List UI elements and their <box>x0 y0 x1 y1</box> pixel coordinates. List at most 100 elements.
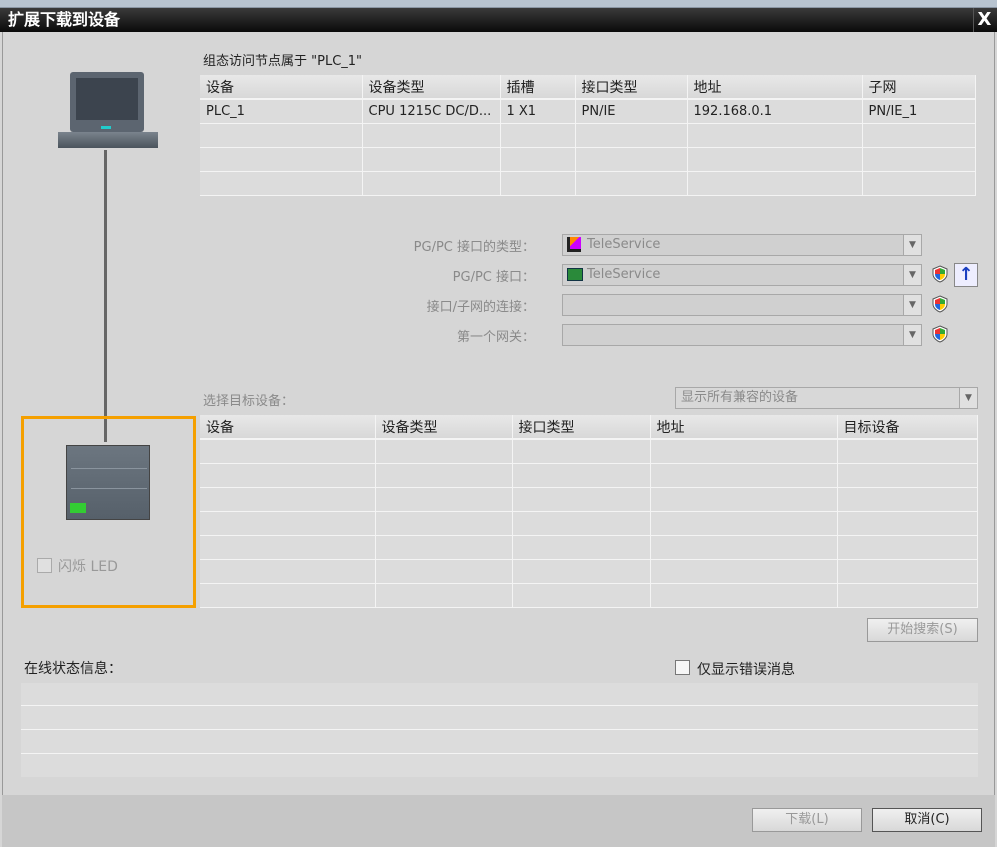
errors-only-label: 仅显示错误消息 <box>697 662 795 678</box>
status-message-list <box>21 683 978 777</box>
pgpc-interface-label: PG/PC 接口： <box>452 270 535 285</box>
cell: PN/IE_1 <box>862 99 976 124</box>
dialog-title: 扩展下载到设备 <box>0 8 997 32</box>
cell: 192.168.0.1 <box>687 99 863 124</box>
cell <box>837 439 978 464</box>
cell <box>650 439 838 464</box>
cell <box>375 439 513 464</box>
subnet-connection-label: 接口/子网的连接： <box>426 300 535 315</box>
cell <box>512 439 651 464</box>
col-device-type[interactable]: 设备类型 <box>375 415 513 440</box>
cell <box>200 535 376 560</box>
select-value: TeleService <box>587 267 661 282</box>
cell <box>200 583 376 608</box>
network-card-icon <box>567 268 583 281</box>
col-device[interactable]: 设备 <box>200 415 376 440</box>
col-subnet[interactable]: 子网 <box>862 75 976 100</box>
table-header-row: 设备 设备类型 接口类型 地址 目标设备 <box>200 415 978 440</box>
chevron-down-icon[interactable]: ▼ <box>903 265 921 285</box>
plc-device-icon <box>66 445 150 520</box>
table-row <box>200 439 978 464</box>
select-target-label: 选择目标设备： <box>203 394 295 409</box>
cell <box>375 463 513 488</box>
table-row <box>200 583 978 608</box>
cancel-button[interactable]: 取消(C) <box>872 808 982 832</box>
cell <box>200 511 376 536</box>
table-row <box>200 171 976 196</box>
table-row[interactable]: PLC_1 CPU 1215C DC/D... 1 X1 PN/IE 192.168.0… <box>200 99 976 124</box>
cell <box>650 487 838 512</box>
cell <box>650 583 838 608</box>
col-address[interactable]: 地址 <box>687 75 863 100</box>
cell: CPU 1215C DC/D... <box>362 99 501 124</box>
cell <box>512 583 651 608</box>
cell <box>512 511 651 536</box>
subnet-connection-select[interactable]: ▼ <box>562 294 922 316</box>
table-row <box>200 463 978 488</box>
select-value: 显示所有兼容的设备 <box>681 390 799 405</box>
cell <box>650 559 838 584</box>
table-row <box>200 147 976 172</box>
cell <box>200 559 376 584</box>
pgpc-interface-type-select[interactable]: TeleService ▼ <box>562 234 922 256</box>
cell <box>512 535 651 560</box>
table-row <box>200 535 978 560</box>
col-address[interactable]: 地址 <box>650 415 838 440</box>
flash-led-checkbox[interactable] <box>37 558 52 573</box>
cell <box>200 463 376 488</box>
table-row <box>200 559 978 584</box>
cell <box>200 487 376 512</box>
col-interface-type[interactable]: 接口类型 <box>575 75 688 100</box>
table-row <box>200 487 978 512</box>
cell: 1 X1 <box>500 99 576 124</box>
device-filter-select[interactable]: 显示所有兼容的设备 ▼ <box>675 387 978 409</box>
cell <box>650 463 838 488</box>
taskbar-strip <box>0 0 997 8</box>
cell <box>837 511 978 536</box>
download-button[interactable]: 下载(L) <box>752 808 862 832</box>
errors-only-checkbox[interactable] <box>675 660 690 675</box>
col-target-device[interactable]: 目标设备 <box>837 415 978 440</box>
table-header-row: 设备 设备类型 插槽 接口类型 地址 子网 <box>200 75 976 100</box>
teleservice-type-icon <box>567 237 581 252</box>
teleservice-connect-button[interactable]: ↑ <box>954 263 978 287</box>
shield-icon[interactable] <box>932 325 948 343</box>
flash-led-label: 闪烁 LED <box>58 559 118 575</box>
config-heading: 组态访问节点属于 "PLC_1" <box>203 54 363 69</box>
shield-icon[interactable] <box>932 265 948 283</box>
table-row <box>200 123 976 148</box>
pg-laptop-icon <box>58 70 158 152</box>
cell <box>837 559 978 584</box>
first-gateway-select[interactable]: ▼ <box>562 324 922 346</box>
pgpc-interface-select[interactable]: TeleService ▼ <box>562 264 922 286</box>
col-device-type[interactable]: 设备类型 <box>362 75 501 100</box>
cell <box>512 559 651 584</box>
first-gateway-label: 第一个网关： <box>456 330 535 345</box>
pgpc-interface-type-label: PG/PC 接口的类型： <box>413 240 535 255</box>
cell <box>512 487 651 512</box>
cell <box>650 535 838 560</box>
connection-line <box>104 150 107 442</box>
online-status-label: 在线状态信息： <box>24 661 122 677</box>
chevron-down-icon[interactable]: ▼ <box>959 388 977 408</box>
cell <box>375 535 513 560</box>
start-search-button[interactable]: 开始搜索(S) <box>867 618 978 642</box>
chevron-down-icon[interactable]: ▼ <box>903 235 921 255</box>
chevron-down-icon[interactable]: ▼ <box>903 295 921 315</box>
target-device-table: 设备 设备类型 接口类型 地址 目标设备 <box>200 415 978 608</box>
cell <box>375 559 513 584</box>
close-button[interactable]: X <box>973 8 995 32</box>
config-table: 设备 设备类型 插槽 接口类型 地址 子网 PLC_1 CPU 1215C DC/D... 1… <box>200 75 976 196</box>
cell <box>375 511 513 536</box>
chevron-down-icon[interactable]: ▼ <box>903 325 921 345</box>
col-device[interactable]: 设备 <box>200 75 363 100</box>
cell <box>837 487 978 512</box>
cell <box>375 487 513 512</box>
cell <box>837 535 978 560</box>
shield-icon[interactable] <box>932 295 948 313</box>
col-interface-type[interactable]: 接口类型 <box>512 415 651 440</box>
col-slot[interactable]: 插槽 <box>500 75 576 100</box>
cell <box>375 583 513 608</box>
cell <box>650 511 838 536</box>
table-row <box>200 511 978 536</box>
